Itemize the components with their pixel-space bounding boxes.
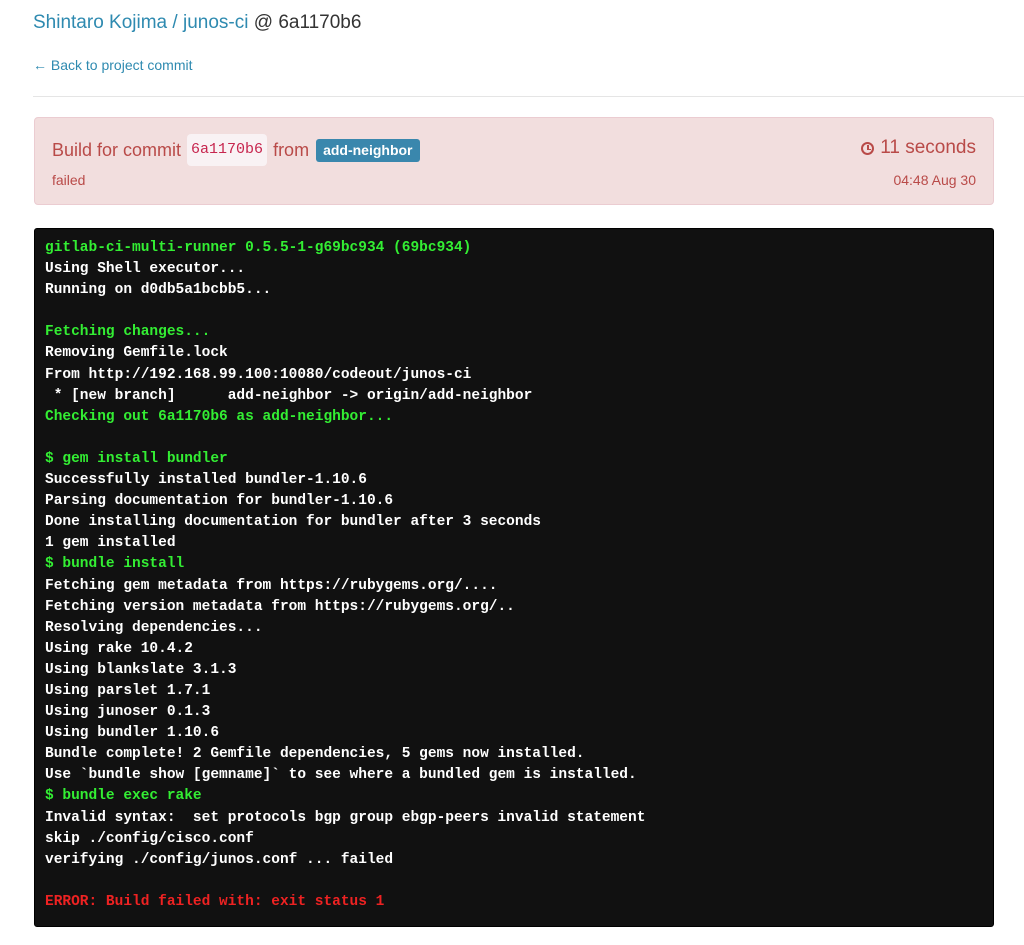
divider (33, 96, 1024, 97)
trace-line: Running on d0db5a1bcbb5... (45, 282, 272, 299)
trace-line: Parsing documentation for bundler-1.10.6 (45, 493, 394, 510)
trace-line: Fetching version metadata from https://r… (45, 598, 515, 615)
at-sign: @ (253, 12, 274, 33)
build-trace-terminal[interactable]: gitlab-ci-multi-runner 0.5.5-1-g69bc934 … (34, 228, 994, 927)
trace-line: Using bundler 1.10.6 (45, 725, 220, 742)
trace-line: Checking out 6a1170b6 as add-neighbor... (45, 408, 394, 425)
trace-line: Using Shell executor... (45, 261, 246, 278)
trace-line: Use `bundle show [gemname]` to see where… (45, 767, 637, 784)
trace-line: Resolving dependencies... (45, 619, 263, 636)
separator: / (172, 12, 178, 33)
build-trace: gitlab-ci-multi-runner 0.5.5-1-g69bc934 … (45, 238, 983, 913)
trace-line: $ bundle exec rake (45, 788, 202, 805)
trace-line: Using blankslate 3.1.3 (45, 661, 237, 678)
build-status: failed (52, 172, 86, 188)
back-to-commit-link[interactable]: ← Back to project commit (33, 56, 193, 74)
build-duration-text: 11 seconds (880, 137, 976, 158)
trace-line: Using parslet 1.7.1 (45, 682, 211, 699)
trace-line: Using junoser 0.1.3 (45, 704, 211, 721)
build-duration: 11 seconds (861, 134, 976, 162)
branch-label: add-neighbor (316, 138, 420, 162)
trace-line: Removing Gemfile.lock (45, 345, 228, 362)
trace-line: verifying ./config/junos.conf ... failed (45, 851, 394, 868)
commit-sha-title: 6a1170b6 (278, 12, 362, 33)
trace-line: Bundle complete! 2 Gemfile dependencies,… (45, 746, 585, 763)
clock-icon (861, 141, 875, 155)
build-status-alert: Build for commit 6a1170b6 from add-neigh… (34, 117, 994, 205)
build-title: Build for commit 6a1170b6 from add-neigh… (52, 134, 420, 166)
trace-line: $ bundle install (45, 556, 185, 573)
project-link[interactable]: junos-ci (183, 12, 248, 33)
trace-line: Invalid syntax: set protocols bgp group … (45, 809, 646, 826)
trace-line: Successfully installed bundler-1.10.6 (45, 472, 367, 489)
build-commit-sha: 6a1170b6 (187, 134, 268, 166)
build-finished-at: 04:48 Aug 30 (893, 172, 976, 188)
trace-line: Using rake 10.4.2 (45, 640, 193, 657)
trace-line: gitlab-ci-multi-runner 0.5.5-1-g69bc934 … (45, 240, 472, 256)
trace-line (45, 428, 983, 449)
trace-line (45, 871, 983, 892)
build-title-prefix: Build for commit (52, 140, 182, 160)
trace-line: Done installing documentation for bundle… (45, 514, 541, 531)
trace-line: $ gem install bundler (45, 450, 228, 467)
build-title-from: from (273, 140, 310, 160)
trace-line: ERROR: Build failed with: exit status 1 (45, 893, 385, 910)
trace-line (45, 301, 983, 322)
trace-line: skip ./config/cisco.conf (45, 830, 254, 847)
trace-line: 1 gem installed (45, 535, 176, 552)
page-title: Shintaro Kojima / junos-ci @ 6a1170b6 (33, 10, 361, 36)
trace-line: Fetching gem metadata from https://rubyg… (45, 577, 498, 594)
trace-line: Fetching changes... (45, 324, 211, 341)
trace-line: * [new branch] add-neighbor -> origin/ad… (45, 387, 533, 404)
owner-link[interactable]: Shintaro Kojima (33, 12, 167, 33)
trace-line: From http://192.168.99.100:10080/codeout… (45, 366, 472, 383)
